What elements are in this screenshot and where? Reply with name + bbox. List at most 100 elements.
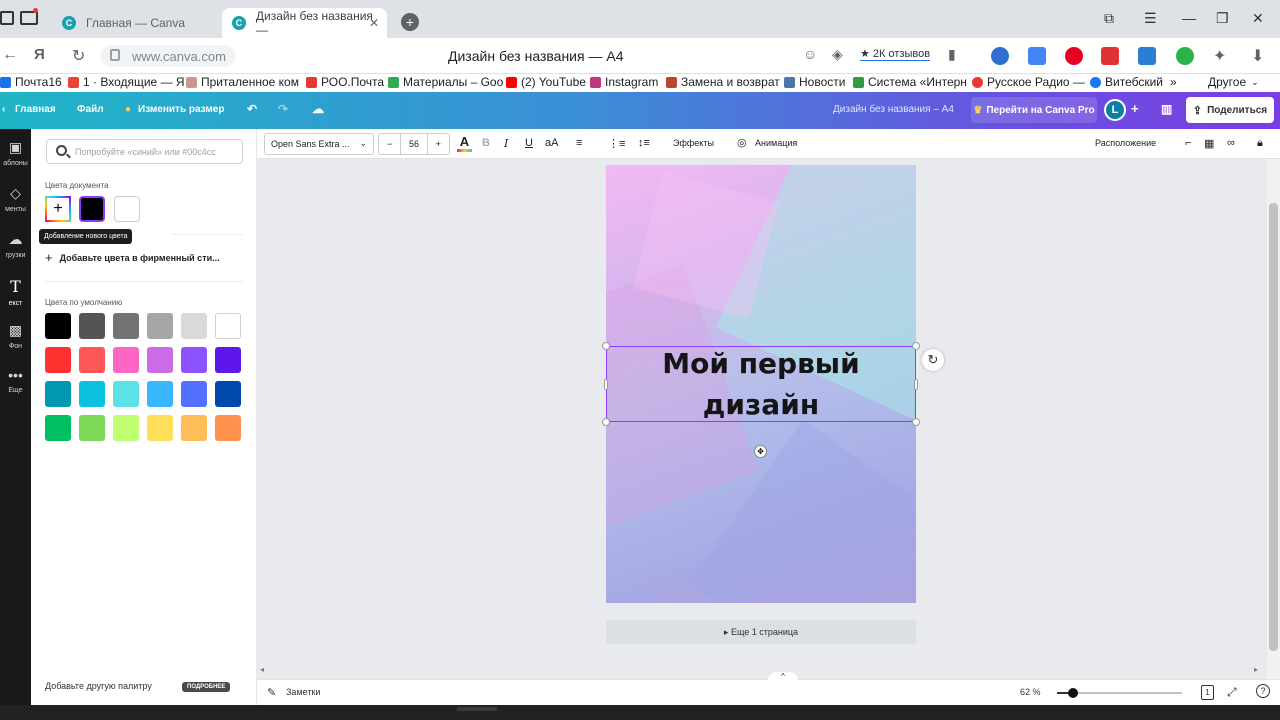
- close-tab-icon[interactable]: ✕: [369, 16, 379, 30]
- bookmark-item[interactable]: Приталенное ком: [186, 75, 299, 89]
- cloud-sync-icon[interactable]: ☁: [312, 102, 324, 116]
- yandex-icon[interactable]: Я: [34, 46, 45, 63]
- font-select[interactable]: Open Sans Extra ... ⌄: [264, 133, 374, 155]
- bookmark-item[interactable]: 1 · Входящие — Я: [68, 75, 185, 89]
- share-button[interactable]: ⇪ Поделиться: [1186, 97, 1274, 123]
- avatar[interactable]: L: [1104, 99, 1126, 121]
- reload-icon[interactable]: ↻: [72, 46, 85, 66]
- resize-handle[interactable]: [602, 418, 610, 426]
- link-icon[interactable]: ∞: [1227, 137, 1235, 149]
- list-icon[interactable]: ⋮≡: [608, 137, 625, 150]
- redo-icon[interactable]: ↷: [278, 102, 288, 116]
- rail-text[interactable]: Tекст: [0, 277, 31, 307]
- maximize-icon[interactable]: ❐: [1216, 10, 1229, 27]
- text-color-icon[interactable]: A: [457, 134, 472, 152]
- position-button[interactable]: Расположение: [1095, 138, 1156, 148]
- color-search-input[interactable]: Попробуйте «синий» или #00c4cc: [46, 139, 243, 164]
- increase-size-button[interactable]: +: [428, 139, 449, 149]
- reader-icon[interactable]: ◈: [832, 46, 843, 63]
- color-swatch[interactable]: [45, 415, 71, 441]
- color-swatch[interactable]: [181, 313, 207, 339]
- rail-elements[interactable]: ◇ менты: [0, 185, 31, 213]
- color-swatch[interactable]: [45, 347, 71, 373]
- design-title[interactable]: Дизайн без названия – A4: [833, 104, 954, 115]
- reviews-link[interactable]: ★ 2К отзывов: [860, 47, 931, 61]
- pinterest-icon[interactable]: [1065, 47, 1083, 65]
- bookmarks-overflow[interactable]: »: [1170, 75, 1177, 89]
- doc-color-swatch[interactable]: [79, 196, 105, 222]
- animation-button[interactable]: Анимация: [755, 138, 797, 148]
- font-size-stepper[interactable]: − 56 +: [378, 133, 450, 155]
- letter-case-icon[interactable]: aA: [545, 137, 558, 149]
- tab-canva-home[interactable]: C Главная — Canva: [52, 8, 222, 38]
- scroll-right-icon[interactable]: ▸: [1254, 665, 1258, 674]
- close-window-icon[interactable]: ✕: [1252, 10, 1264, 27]
- color-swatch[interactable]: [147, 381, 173, 407]
- underline-icon[interactable]: U: [525, 137, 533, 149]
- undo-icon[interactable]: ↶: [247, 102, 257, 116]
- new-extension-icon[interactable]: [1101, 47, 1119, 65]
- bookmark-item[interactable]: (2) YouTube: [506, 75, 586, 89]
- color-swatch[interactable]: [79, 313, 105, 339]
- color-swatch[interactable]: [147, 415, 173, 441]
- design-heading[interactable]: Мой первый дизайн: [662, 343, 860, 425]
- home-button[interactable]: Главная: [15, 104, 56, 115]
- decrease-size-button[interactable]: −: [379, 139, 400, 149]
- add-palette-link[interactable]: Добавьте другую палитру: [45, 681, 152, 691]
- page-count-button[interactable]: 1: [1201, 685, 1214, 700]
- bookmark-item[interactable]: Русское Радио —: [972, 75, 1085, 89]
- extension-icon[interactable]: [1138, 47, 1156, 65]
- color-swatch[interactable]: [45, 381, 71, 407]
- rotate-icon[interactable]: ↻: [922, 349, 944, 371]
- rail-more[interactable]: ••• Еще: [0, 367, 31, 394]
- color-swatch[interactable]: [147, 347, 173, 373]
- puzzle-icon[interactable]: ✦: [1213, 46, 1226, 66]
- selected-text-box[interactable]: Мой первый дизайн: [606, 346, 916, 422]
- scroll-left-icon[interactable]: ◂: [260, 665, 264, 674]
- android-extension-icon[interactable]: [1176, 47, 1194, 65]
- insights-icon[interactable]: ▥: [1161, 102, 1172, 116]
- new-tab-icon[interactable]: +: [401, 13, 419, 31]
- resize-handle[interactable]: [912, 342, 920, 350]
- lock-icon[interactable]: 🔒︎: [1257, 137, 1263, 150]
- font-size-value[interactable]: 56: [400, 134, 428, 154]
- url-field[interactable]: www.canva.com: [100, 45, 236, 67]
- color-swatch[interactable]: [215, 313, 241, 339]
- color-swatch[interactable]: [79, 415, 105, 441]
- zoom-slider-knob[interactable]: [1068, 688, 1079, 698]
- spacing-icon[interactable]: ↕≡: [638, 137, 650, 149]
- color-swatch[interactable]: [181, 347, 207, 373]
- transparency-icon[interactable]: ▦: [1204, 137, 1214, 150]
- italic-icon[interactable]: I: [504, 137, 508, 150]
- notes-button[interactable]: Заметки: [286, 687, 320, 697]
- add-color-button[interactable]: +: [45, 196, 71, 222]
- resize-button[interactable]: Изменить размер: [138, 104, 224, 115]
- translate-icon[interactable]: [1028, 47, 1046, 65]
- minimize-icon[interactable]: —: [1182, 10, 1196, 26]
- side-handle[interactable]: [604, 379, 608, 390]
- bookmarks-other[interactable]: Другое ⌄: [1208, 75, 1259, 89]
- color-swatch[interactable]: [113, 415, 139, 441]
- color-swatch[interactable]: [45, 313, 71, 339]
- color-swatch[interactable]: [181, 415, 207, 441]
- bookmark-item[interactable]: Почта16: [0, 75, 62, 89]
- canva-pro-button[interactable]: ♛ Перейти на Canva Pro: [971, 97, 1097, 123]
- bookmark-item[interactable]: РОО.Почта: [306, 75, 384, 89]
- rail-templates[interactable]: ▣ аблоны: [0, 139, 31, 167]
- back-icon[interactable]: ←: [2, 46, 18, 64]
- bookmark-icon[interactable]: ▮: [948, 46, 956, 63]
- design-page[interactable]: Мой первый дизайн: [606, 165, 916, 603]
- color-swatch[interactable]: [113, 381, 139, 407]
- color-swatch[interactable]: [215, 381, 241, 407]
- move-icon[interactable]: ✥: [754, 445, 767, 458]
- file-button[interactable]: Файл: [77, 104, 104, 115]
- vertical-scrollbar[interactable]: [1267, 159, 1280, 679]
- new-window-icon[interactable]: [20, 11, 38, 25]
- add-brand-colors-link[interactable]: + Добавьте цвета в фирменный сти...: [45, 250, 220, 265]
- bookmark-item[interactable]: Замена и возврат: [666, 75, 780, 89]
- tab-design[interactable]: C Дизайн без названия — ✕: [222, 8, 387, 38]
- doc-color-swatch[interactable]: [114, 196, 140, 222]
- color-swatch[interactable]: [79, 381, 105, 407]
- color-swatch[interactable]: [215, 415, 241, 441]
- fullscreen-icon[interactable]: ⤢: [1227, 685, 1237, 700]
